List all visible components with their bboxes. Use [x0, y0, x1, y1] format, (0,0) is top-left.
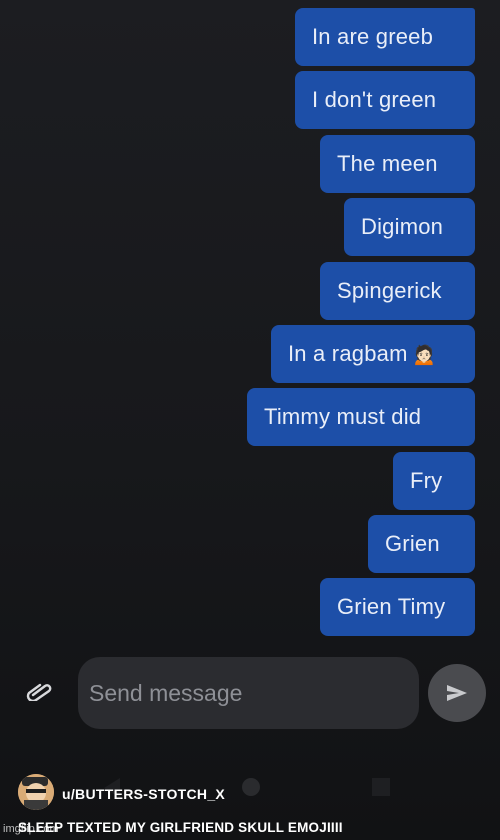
message-bubble[interactable]: In a ragbam 🙍🏻 — [271, 325, 475, 383]
message-text: In a ragbam — [288, 341, 408, 366]
message-thread: In are greeb I don't green The meen Digi… — [0, 0, 500, 640]
message-bubble[interactable]: The meen — [320, 135, 475, 193]
send-button[interactable] — [428, 664, 486, 722]
attach-button[interactable] — [22, 678, 56, 706]
send-arrow-icon — [447, 685, 467, 701]
message-text: Grien — [385, 531, 440, 556]
message-bubble[interactable]: Grien — [368, 515, 475, 573]
message-bubble[interactable]: Spingerick — [320, 262, 475, 320]
message-bubble[interactable]: Timmy must did — [247, 388, 475, 446]
messaging-screen: In are greeb I don't green The meen Digi… — [0, 0, 500, 840]
message-bubble[interactable]: Fry — [393, 452, 475, 510]
username-label: u/BUTTERS-STOTCH_X — [62, 786, 226, 802]
avatar — [18, 774, 54, 810]
message-bubble[interactable]: In are greeb — [295, 8, 475, 66]
paperclip-icon — [26, 683, 52, 701]
message-text: Grien Timy — [337, 594, 446, 619]
message-text: I don't green — [312, 87, 437, 112]
message-text: The meen — [337, 151, 438, 176]
user-avatar-icon — [18, 774, 54, 810]
person-pouting-emoji-icon: 🙍🏻 — [411, 343, 437, 366]
message-text: Timmy must did — [264, 404, 422, 429]
message-text: Spingerick — [337, 278, 442, 303]
message-text: Digimon — [361, 214, 444, 239]
message-input-container[interactable] — [78, 657, 419, 729]
message-bubble[interactable]: I don't green — [295, 71, 475, 129]
watermark: imgflip.com — [3, 823, 59, 835]
message-composer — [0, 650, 500, 740]
meme-caption: SLEEP TEXTED MY GIRLFRIEND SKULL EMOJIII… — [18, 820, 343, 835]
meme-footer: u/BUTTERS-STOTCH_X SLEEP TEXTED MY GIRLF… — [0, 770, 500, 840]
message-bubble[interactable]: Grien Timy — [320, 578, 475, 636]
message-text: Fry — [410, 468, 443, 493]
message-bubble[interactable]: Digimon — [344, 198, 475, 256]
message-text: In are greeb — [312, 24, 434, 49]
message-input[interactable] — [87, 678, 411, 708]
